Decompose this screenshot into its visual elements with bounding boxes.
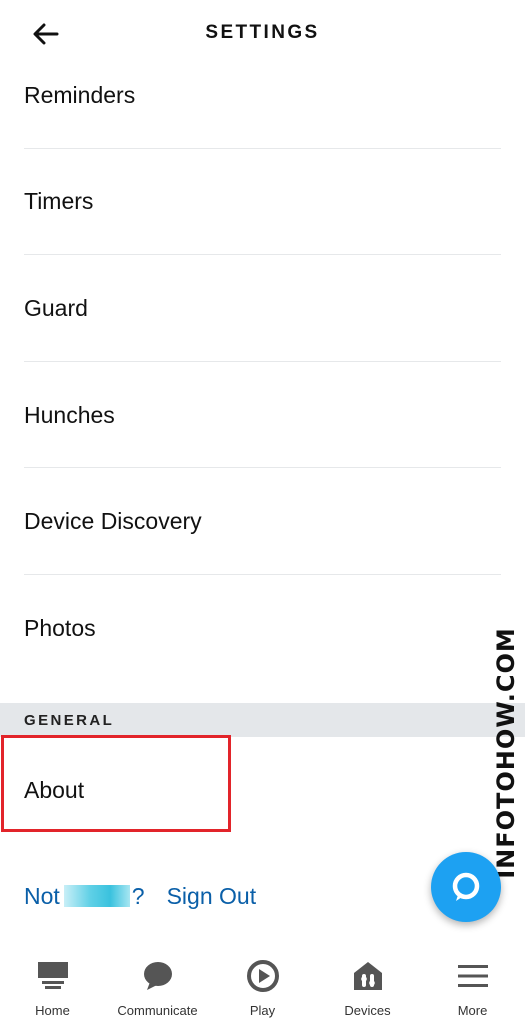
tab-play-label: Play [249,1003,276,1018]
tab-devices-label: Devices [344,1003,391,1018]
tab-home-label: Home [35,1003,70,1018]
tab-devices[interactable]: Devices [315,944,420,1023]
settings-list: Reminders Timers Guard Hunches Device Di… [0,42,525,682]
tab-more-label: More [457,1003,488,1018]
sign-out-link[interactable]: Sign Out [167,883,257,910]
account-line: Not ? Sign Out [24,878,256,914]
chat-bubble-icon [140,958,176,994]
menu-icon [455,958,491,994]
settings-item-hunches[interactable]: Hunches [0,362,525,469]
settings-item-about[interactable]: About [0,738,525,842]
tab-communicate-label: Communicate [117,1003,198,1018]
settings-item-timers[interactable]: Timers [0,149,525,256]
devices-icon [350,958,386,994]
question-mark: ? [131,882,145,909]
tab-home[interactable]: Home [0,944,105,1023]
settings-item-guard[interactable]: Guard [0,255,525,362]
redacted-username [63,885,130,907]
settings-item-device-discovery[interactable]: Device Discovery [0,468,525,575]
alexa-button[interactable] [431,852,501,922]
not-user-label: Not [24,882,60,909]
home-icon [35,958,71,994]
alexa-icon [452,872,480,901]
bottom-tab-bar: Home Communicate Play Devices More [0,944,525,1023]
tab-communicate[interactable]: Communicate [105,944,210,1023]
tab-play[interactable]: Play [210,944,315,1023]
tab-more[interactable]: More [420,944,525,1023]
page-title: SETTINGS [205,22,320,43]
settings-item-reminders[interactable]: Reminders [0,42,525,149]
section-header-general: GENERAL [0,703,525,737]
play-icon [245,958,281,994]
settings-item-photos[interactable]: Photos [0,575,525,682]
